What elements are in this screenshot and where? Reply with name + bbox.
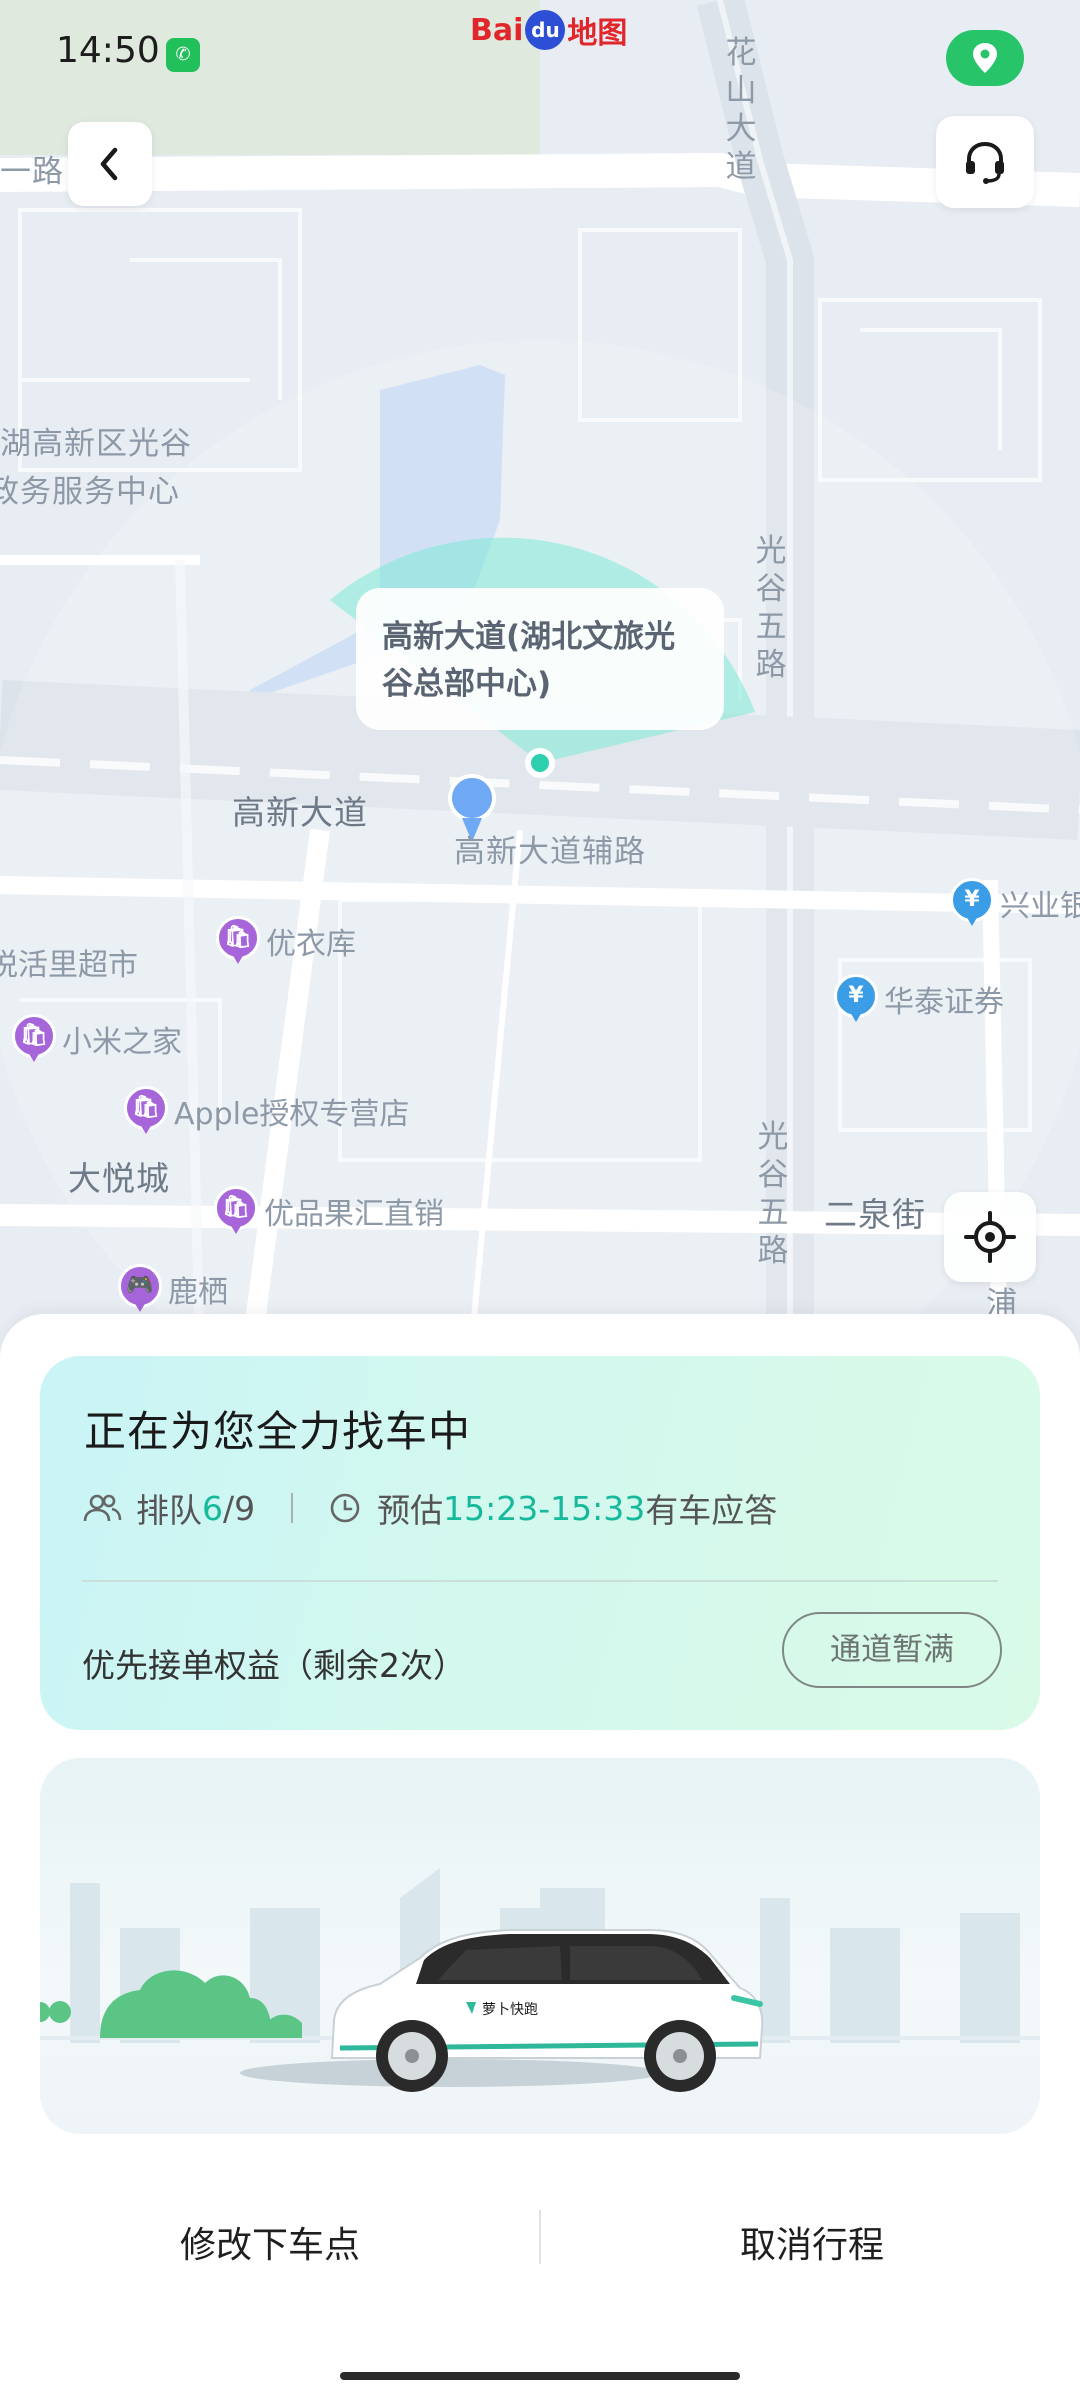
ride-status-title: 正在为您全力找车中 (84, 1407, 472, 1456)
ride-status-card: 正在为您全力找车中 排队 6/9 预估 15:23-15:33 有车应答 优先接单权益… (40, 1356, 1040, 1730)
poi-label: 悦活里超市 (0, 948, 138, 983)
shopping-bag-icon: 🛍 (214, 1186, 258, 1236)
poi-supermarket[interactable]: 悦活里超市 (0, 940, 138, 984)
gamepad-icon: 🎮 (118, 1264, 162, 1314)
area-label-dayuecheng: 大悦城 (68, 1159, 170, 1198)
divider (82, 1580, 998, 1582)
car-illustration-card: 萝卜快跑 (40, 1758, 1040, 2134)
road-label-guanggu5: 光谷五路 (757, 1119, 789, 1269)
modify-dropoff-button[interactable]: 修改下车点 (180, 2216, 360, 2268)
poi-bank[interactable]: ¥ 兴业银 (950, 878, 1080, 928)
road-label-erquan: 二泉街 (824, 1195, 926, 1234)
eta-prefix: 预估 (377, 1491, 444, 1530)
bottom-action-bar: 修改下车点 取消行程 (0, 2194, 1080, 2304)
back-button[interactable] (68, 122, 152, 206)
poi-label: 华泰证券 (884, 985, 1004, 1020)
poi-uniqlo[interactable]: 🛍 优衣库 (216, 916, 356, 966)
poi-label: 鹿栖 (168, 1275, 228, 1310)
road-label-guanggu5: 光谷五路 (755, 533, 787, 683)
status-time: 14:50 (56, 30, 160, 71)
queue-total: /9 (223, 1488, 256, 1528)
poi-label: Apple授权专营店 (174, 1097, 410, 1132)
wheel (376, 2020, 448, 2092)
car-brand-text: 萝卜快跑 (482, 2002, 538, 2018)
divider (291, 1493, 294, 1523)
yuan-icon: ¥ (834, 974, 878, 1024)
road-label-gaoxin-aux: 高新大道辅路 (454, 834, 646, 870)
queue-info-row: 排队 6/9 预估 15:23-15:33 有车应答 (82, 1484, 777, 1532)
wheel (644, 2020, 716, 2092)
poi-label: 优品果汇直销 (264, 1197, 444, 1232)
divider (539, 2210, 541, 2264)
pickup-name-line: 谷总部中心) (382, 666, 552, 702)
road-label-gaoxin: 高新大道 (232, 793, 368, 832)
eta-suffix: 有车应答 (645, 1491, 778, 1530)
poi-fruit-store[interactable]: 🛍 优品果汇直销 (214, 1186, 444, 1236)
paw-icon: du (525, 10, 566, 50)
road-label-huashan: 花山大道 (725, 35, 757, 185)
logo-text: Bai (470, 12, 524, 48)
clock-icon (330, 1493, 360, 1523)
pickup-name-line: 高新大道(湖北文旅光 (382, 619, 676, 655)
baidu-map-logo: Bai du 地图 (470, 8, 627, 52)
poi-label: 小米之家 (62, 1025, 182, 1060)
priority-benefit-label: 优先接单权益（剩余2次） (82, 1646, 466, 1685)
location-indicator-button[interactable] (946, 30, 1024, 86)
logo-text: 地图 (567, 16, 628, 51)
eta-range: 15:23-15:33 (443, 1488, 646, 1528)
poi-huatai[interactable]: ¥ 华泰证券 (834, 974, 1004, 1024)
map-view[interactable]: 一路 花山大道 光谷五路 光谷五路 高新大道 高新大道辅路 二泉街 浦 湖高新区… (0, 0, 1080, 1360)
users-icon (83, 1494, 122, 1522)
headset-icon (966, 141, 1004, 184)
poi-apple-store[interactable]: 🛍 Apple授权专营店 (124, 1086, 409, 1136)
queue-position: 6 (202, 1488, 223, 1528)
road-label: 一路 (0, 154, 64, 190)
poi-label: 兴业银 (1000, 889, 1080, 924)
poi-xiaomi[interactable]: 🛍 小米之家 (12, 1014, 182, 1064)
map-pin-icon (973, 43, 997, 73)
shopping-bag-icon: 🛍 (12, 1014, 56, 1064)
robotaxi-illustration: 萝卜快跑 (40, 1868, 1040, 2092)
pickup-location-bubble[interactable]: 高新大道(湖北文旅光 谷总部中心) (356, 588, 724, 730)
shopping-bag-icon: 🛍 (124, 1086, 168, 1136)
priority-channel-button[interactable]: 通道暂满 (782, 1612, 1002, 1688)
wechat-icon: ✆ (166, 38, 200, 72)
crosshair-icon (964, 1211, 1016, 1263)
queue-label: 排队 (136, 1491, 202, 1530)
shopping-bag-icon: 🛍 (216, 916, 260, 966)
bottom-sheet: 正在为您全力找车中 排队 6/9 预估 15:23-15:33 有车应答 优先接单权益… (0, 1314, 1080, 2400)
cancel-trip-button[interactable]: 取消行程 (740, 2216, 884, 2268)
area-label-gov: 湖高新区光谷 (0, 426, 192, 462)
locate-me-button[interactable] (944, 1192, 1036, 1282)
poi-luqi[interactable]: 🎮 鹿栖 (118, 1264, 228, 1314)
area-label-gov: 政务服务中心 (0, 474, 180, 510)
chevron-left-icon (100, 147, 118, 181)
customer-service-button[interactable] (936, 116, 1034, 208)
home-indicator[interactable] (340, 2372, 740, 2380)
yuan-icon: ¥ (950, 878, 994, 928)
poi-label: 优衣库 (266, 927, 356, 962)
